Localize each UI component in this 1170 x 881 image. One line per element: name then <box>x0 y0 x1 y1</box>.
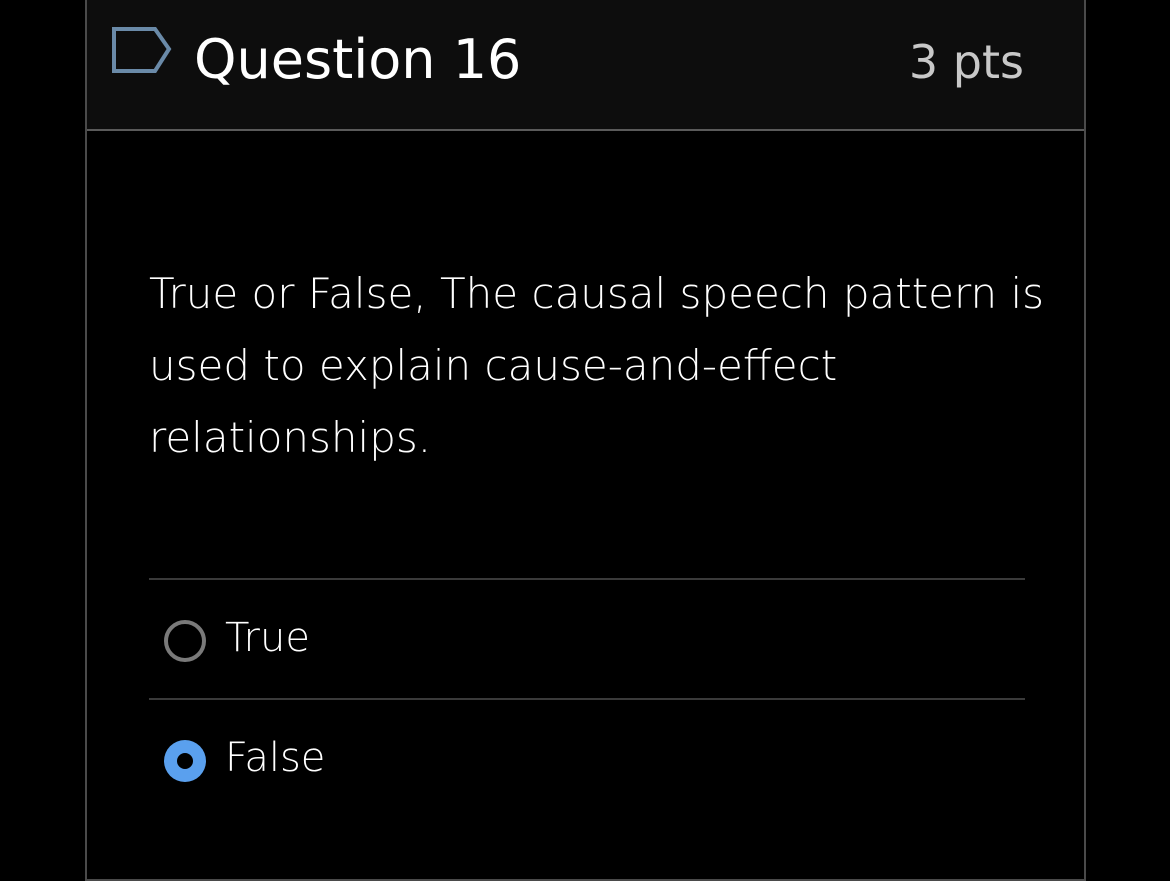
answer-option-false[interactable]: False <box>149 700 1025 818</box>
radio-unchecked-icon[interactable] <box>164 620 206 662</box>
answer-label: False <box>225 735 326 781</box>
question-points: 3 pts <box>908 35 1024 89</box>
question-header: Question 16 3 pts <box>87 0 1084 131</box>
answer-option-true[interactable]: True <box>149 580 1025 698</box>
answer-label: True <box>225 615 310 661</box>
question-text: True or False, The causal speech pattern… <box>149 269 1045 462</box>
question-card: Question 16 3 pts True or False, The cau… <box>85 0 1086 881</box>
question-title: Question 16 <box>194 28 522 91</box>
flag-outline-icon <box>112 27 172 73</box>
flag-question-icon[interactable] <box>111 26 173 74</box>
radio-checked-icon[interactable] <box>164 740 206 782</box>
